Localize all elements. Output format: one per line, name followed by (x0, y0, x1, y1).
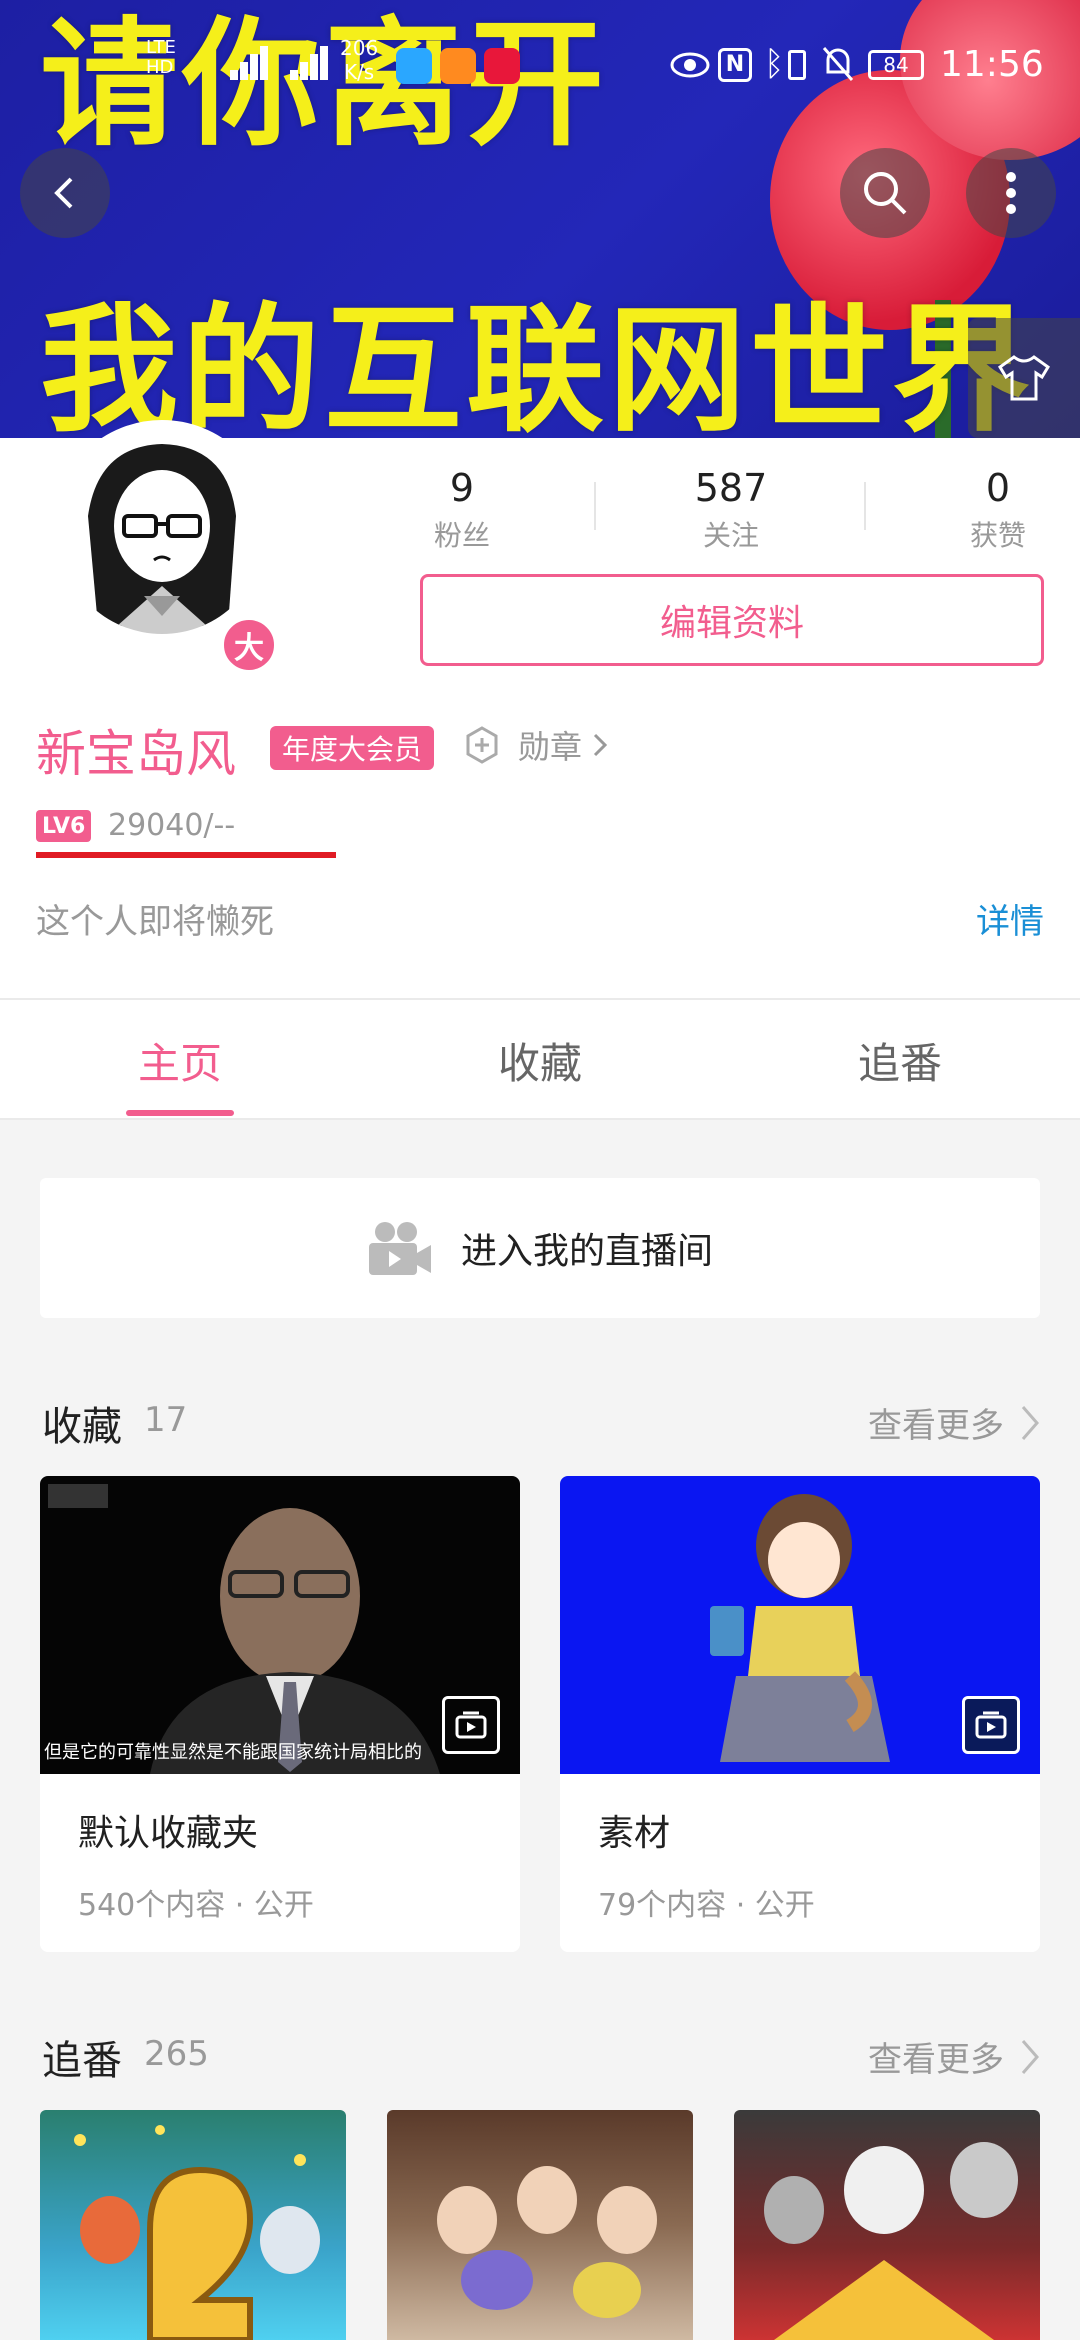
app-notification-icon (484, 48, 520, 84)
search-icon (864, 172, 907, 215)
fans-label: 粉丝 (433, 519, 490, 552)
dual-sim-icon: LTE HD (146, 37, 176, 78)
theme-skin-button[interactable] (968, 318, 1080, 438)
exp-progress-bar (36, 852, 336, 858)
profile-card: 大 9 粉丝 587 关注 0 获赞 编辑资料 新宝岛风 年度大会员 勋章 LV… (0, 420, 1080, 998)
favorite-folder-name: 默认收藏夹 (78, 1813, 259, 1854)
exp-progress-fill (36, 852, 336, 858)
fans-stat[interactable]: 9 粉丝 (372, 466, 552, 554)
vip-tag[interactable]: 年度大会员 (270, 726, 435, 770)
medal-label: 勋章 (518, 728, 583, 766)
search-button[interactable] (840, 148, 930, 238)
following-count: 587 (694, 466, 768, 510)
bangumi-section-header: 追番 265 查看更多 (42, 2028, 1042, 2088)
bangumi-cover[interactable] (40, 2110, 346, 2340)
playlist-play-icon (962, 1696, 1020, 1754)
bangumi-cover[interactable] (734, 2110, 1040, 2340)
exp-value: 29040/-- (108, 808, 236, 843)
favorite-folder-meta: 540个内容 · 公开 (78, 1888, 314, 1923)
bangumi-cover-illustration (437, 2166, 657, 2318)
bluetooth-icon: ᛒ (764, 44, 785, 84)
bangumi-cover-illustration (764, 2142, 1018, 2340)
vip-badge: 大 (220, 616, 278, 674)
see-more-label: 查看更多 (868, 1406, 1004, 1446)
bangumi-cover-illustration (74, 2125, 320, 2340)
app-notification-icon (396, 48, 432, 84)
favorite-folder-card[interactable]: 但是它的可靠性显然是不能跟国家统计局相比的 默认收藏夹 540个内容 · 公开 (40, 1476, 520, 1952)
tab-home[interactable]: 主页 (0, 1000, 360, 1120)
likes-stat[interactable]: 0 获赞 (908, 466, 1080, 554)
tab-bangumi[interactable]: 追番 (720, 1000, 1080, 1120)
edit-profile-button[interactable]: 编辑资料 (420, 574, 1044, 666)
mute-bell-icon (820, 44, 856, 88)
playlist-play-icon (442, 1696, 500, 1754)
status-bar: LTE HD 206 K/s N ᛒ 84 11:56 (0, 0, 1080, 100)
nfc-icon: N (718, 48, 752, 82)
battery-icon: 84 (868, 50, 924, 80)
username: 新宝岛风 (36, 725, 236, 783)
profile-banner: 请你离开 我的互联网世界 LTE HD 206 K/s N ᛒ 84 11:56 (0, 0, 1080, 438)
more-vertical-icon (1006, 172, 1016, 214)
favorite-folder-meta: 79个内容 · 公开 (598, 1888, 815, 1923)
favorites-section-header: 收藏 17 查看更多 (42, 1394, 1042, 1454)
app-notification-icon (440, 48, 476, 84)
favorites-see-more[interactable]: 查看更多 (868, 1398, 1042, 1447)
divider (594, 482, 596, 530)
status-time: 11:56 (940, 44, 1044, 85)
back-button[interactable] (20, 148, 110, 238)
network-speed: 206 K/s (340, 36, 379, 84)
divider (864, 482, 866, 530)
signal-icon-2 (290, 40, 330, 80)
chevron-left-icon (54, 177, 73, 209)
bangumi-see-more[interactable]: 查看更多 (868, 2032, 1042, 2081)
medal-icon (466, 726, 498, 764)
bangumi-count: 265 (144, 2034, 209, 2074)
video-caption: 但是它的可靠性显然是不能跟国家统计局相比的 (44, 1742, 422, 1763)
favorites-count: 17 (144, 1400, 188, 1440)
tab-favorites[interactable]: 收藏 (360, 1000, 720, 1120)
active-tab-indicator (126, 1110, 234, 1116)
avatar[interactable] (52, 420, 272, 640)
chevron-right-icon (1021, 1405, 1039, 1440)
profile-tabs: 主页 收藏 追番 (0, 998, 1080, 1120)
chevron-right-icon (593, 733, 608, 757)
bangumi-title: 追番 (42, 2038, 122, 2084)
signal-icon (230, 40, 270, 80)
detail-link[interactable]: 详情 (976, 894, 1044, 943)
favorite-folder-thumbnail: 但是它的可靠性显然是不能跟国家统计局相比的 (40, 1476, 520, 1774)
eye-icon (670, 50, 710, 84)
see-more-label: 查看更多 (868, 2040, 1004, 2080)
favorite-folder-card[interactable]: 素材 79个内容 · 公开 (560, 1476, 1040, 1952)
live-room-label: 进入我的直播间 (460, 1231, 713, 1272)
tshirt-icon (998, 355, 1050, 401)
medal-link[interactable]: 勋章 (462, 722, 610, 768)
more-button[interactable] (966, 148, 1056, 238)
bangumi-cover[interactable] (387, 2110, 693, 2340)
favorite-folder-thumbnail (560, 1476, 1040, 1774)
live-room-button[interactable]: 进入我的直播间 (40, 1178, 1040, 1318)
bio-text: 这个人即将懒死 (36, 902, 274, 942)
vibrate-icon (788, 50, 806, 80)
level-badge: LV6 (36, 810, 92, 842)
fans-count: 9 (449, 466, 475, 510)
favorites-title: 收藏 (42, 1404, 122, 1450)
favorite-folder-name: 素材 (598, 1813, 671, 1854)
following-stat[interactable]: 587 关注 (641, 466, 821, 554)
likes-count: 0 (985, 466, 1011, 510)
chevron-right-icon (1021, 2039, 1039, 2074)
video-camera-icon (368, 1222, 431, 1275)
likes-label: 获赞 (969, 519, 1026, 552)
avatar-illustration (58, 426, 266, 634)
banner-text-line-2: 我的互联网世界 (40, 290, 1035, 438)
following-label: 关注 (702, 519, 759, 552)
